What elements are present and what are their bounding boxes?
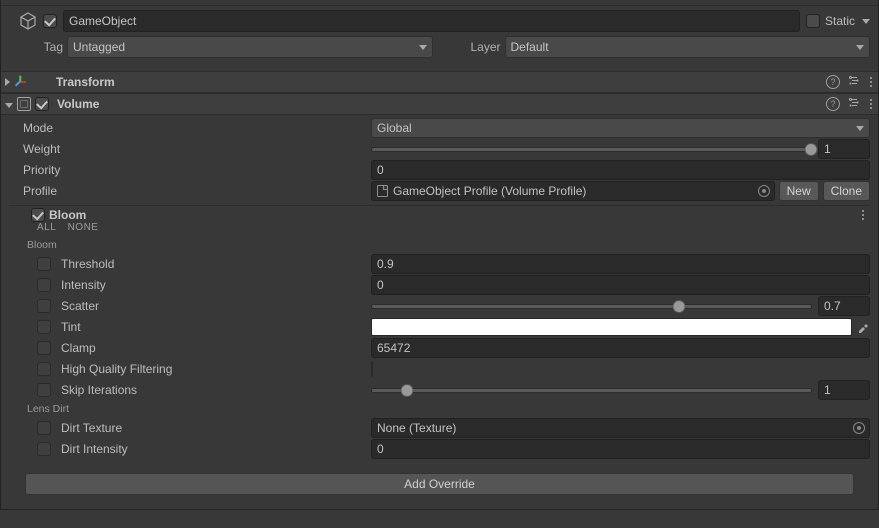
dirt-texture-label: Dirt Texture xyxy=(61,421,122,435)
static-dropdown-icon[interactable] xyxy=(862,19,870,24)
tag-dropdown[interactable]: Untagged xyxy=(67,36,433,58)
component-menu-icon[interactable] xyxy=(869,98,872,111)
gameobject-header-row: GameObject Static xyxy=(1,6,878,34)
slider-thumb[interactable] xyxy=(673,300,686,313)
priority-label: Priority xyxy=(9,163,371,177)
foldout-collapsed-icon[interactable] xyxy=(5,78,10,86)
mode-value: Global xyxy=(377,121,412,135)
tint-color-field[interactable] xyxy=(371,318,852,336)
tag-label: Tag xyxy=(35,40,63,54)
dirt-texture-object-field[interactable]: None (Texture) xyxy=(371,418,870,438)
hqfilter-override-checkbox[interactable] xyxy=(37,362,51,376)
object-picker-icon[interactable] xyxy=(853,422,865,434)
gameobject-name-field[interactable]: GameObject xyxy=(63,10,800,32)
threshold-row: Threshold xyxy=(9,257,371,271)
intensity-label: Intensity xyxy=(61,278,106,292)
static-label: Static xyxy=(825,14,855,28)
static-checkbox[interactable] xyxy=(806,14,820,28)
slider-thumb[interactable] xyxy=(401,384,414,397)
profile-clone-button[interactable]: Clone xyxy=(823,181,870,201)
skip-label: Skip Iterations xyxy=(61,383,137,397)
skip-override-checkbox[interactable] xyxy=(37,383,51,397)
clamp-field[interactable]: 65472 xyxy=(371,338,870,358)
dirt-intensity-label: Dirt Intensity xyxy=(61,442,128,456)
override-all-none: ALL NONE xyxy=(9,222,870,237)
clamp-label: Clamp xyxy=(61,341,96,355)
clamp-override-checkbox[interactable] xyxy=(37,341,51,355)
profile-new-button[interactable]: New xyxy=(779,181,819,201)
chevron-down-icon xyxy=(856,126,864,131)
lensdirt-group-label: Lens Dirt xyxy=(9,401,870,417)
help-icon[interactable]: ? xyxy=(826,97,840,111)
eyedropper-icon[interactable] xyxy=(856,320,870,334)
inspector-panel: GameObject Static Tag Untagged Layer Def… xyxy=(0,0,879,510)
presets-icon[interactable] xyxy=(848,76,861,89)
transform-icon xyxy=(14,75,28,89)
scatter-value-field[interactable]: 0.7 xyxy=(818,296,870,316)
override-menu-icon[interactable] xyxy=(861,209,864,222)
bloom-group-label: Bloom xyxy=(9,237,870,253)
volume-component-header[interactable]: Volume ? xyxy=(1,93,878,115)
hqfilter-checkbox[interactable] xyxy=(371,361,373,377)
override-all-button[interactable]: ALL xyxy=(37,222,56,233)
add-override-button[interactable]: Add Override xyxy=(25,473,854,495)
gameobject-enabled-checkbox[interactable] xyxy=(43,14,57,28)
presets-icon[interactable] xyxy=(848,98,861,111)
mode-dropdown[interactable]: Global xyxy=(371,118,870,138)
layer-dropdown[interactable]: Default xyxy=(505,36,871,58)
threshold-label: Threshold xyxy=(61,257,114,271)
volume-enabled-checkbox[interactable] xyxy=(35,97,49,111)
volume-icon xyxy=(17,97,31,111)
transform-component-header[interactable]: Transform ? xyxy=(1,71,878,93)
weight-slider[interactable] xyxy=(371,147,812,152)
tag-layer-row: Tag Untagged Layer Default xyxy=(1,34,878,63)
profile-value: GameObject Profile (Volume Profile) xyxy=(393,184,586,198)
override-none-button[interactable]: NONE xyxy=(68,222,99,233)
tag-value: Untagged xyxy=(73,40,125,54)
mode-label: Mode xyxy=(9,121,371,135)
bloom-override-header[interactable]: Bloom xyxy=(9,205,870,222)
volume-properties: Mode Global Weight 1 Priority 0 xyxy=(1,115,878,509)
gameobject-cube-icon xyxy=(19,12,37,30)
scatter-slider[interactable] xyxy=(371,304,812,309)
volume-title: Volume xyxy=(57,97,822,111)
object-picker-icon[interactable] xyxy=(758,185,770,197)
dirt-intensity-field[interactable]: 0 xyxy=(371,439,870,459)
skip-slider[interactable] xyxy=(371,388,812,393)
transform-title: Transform xyxy=(56,75,822,89)
scatter-label: Scatter xyxy=(61,299,99,313)
bloom-enabled-checkbox[interactable] xyxy=(31,208,45,222)
tint-override-checkbox[interactable] xyxy=(37,320,51,334)
help-icon[interactable]: ? xyxy=(826,75,840,89)
skip-value-field[interactable]: 1 xyxy=(818,380,870,400)
threshold-override-checkbox[interactable] xyxy=(37,257,51,271)
asset-icon xyxy=(377,185,388,197)
dirt-texture-value: None (Texture) xyxy=(377,421,456,435)
weight-value-field[interactable]: 1 xyxy=(818,139,870,159)
priority-field[interactable]: 0 xyxy=(371,160,870,180)
layer-label: Layer xyxy=(451,40,501,54)
tint-label: Tint xyxy=(61,320,81,334)
threshold-field[interactable]: 0.9 xyxy=(371,254,870,274)
hqfilter-label: High Quality Filtering xyxy=(61,362,172,376)
weight-label: Weight xyxy=(9,142,371,156)
layer-value: Default xyxy=(511,40,549,54)
slider-thumb[interactable] xyxy=(805,143,818,156)
component-menu-icon[interactable] xyxy=(869,76,872,89)
foldout-expanded-icon[interactable] xyxy=(5,103,13,108)
bloom-title: Bloom xyxy=(49,208,857,222)
static-toggle-group: Static xyxy=(806,14,870,28)
intensity-override-checkbox[interactable] xyxy=(37,278,51,292)
dirt-intensity-override-checkbox[interactable] xyxy=(37,442,51,456)
intensity-field[interactable]: 0 xyxy=(371,275,870,295)
chevron-down-icon xyxy=(419,45,427,50)
profile-label: Profile xyxy=(9,184,371,198)
chevron-down-icon xyxy=(856,45,864,50)
dirt-texture-override-checkbox[interactable] xyxy=(37,421,51,435)
profile-object-field[interactable]: GameObject Profile (Volume Profile) xyxy=(371,181,775,201)
scatter-override-checkbox[interactable] xyxy=(37,299,51,313)
